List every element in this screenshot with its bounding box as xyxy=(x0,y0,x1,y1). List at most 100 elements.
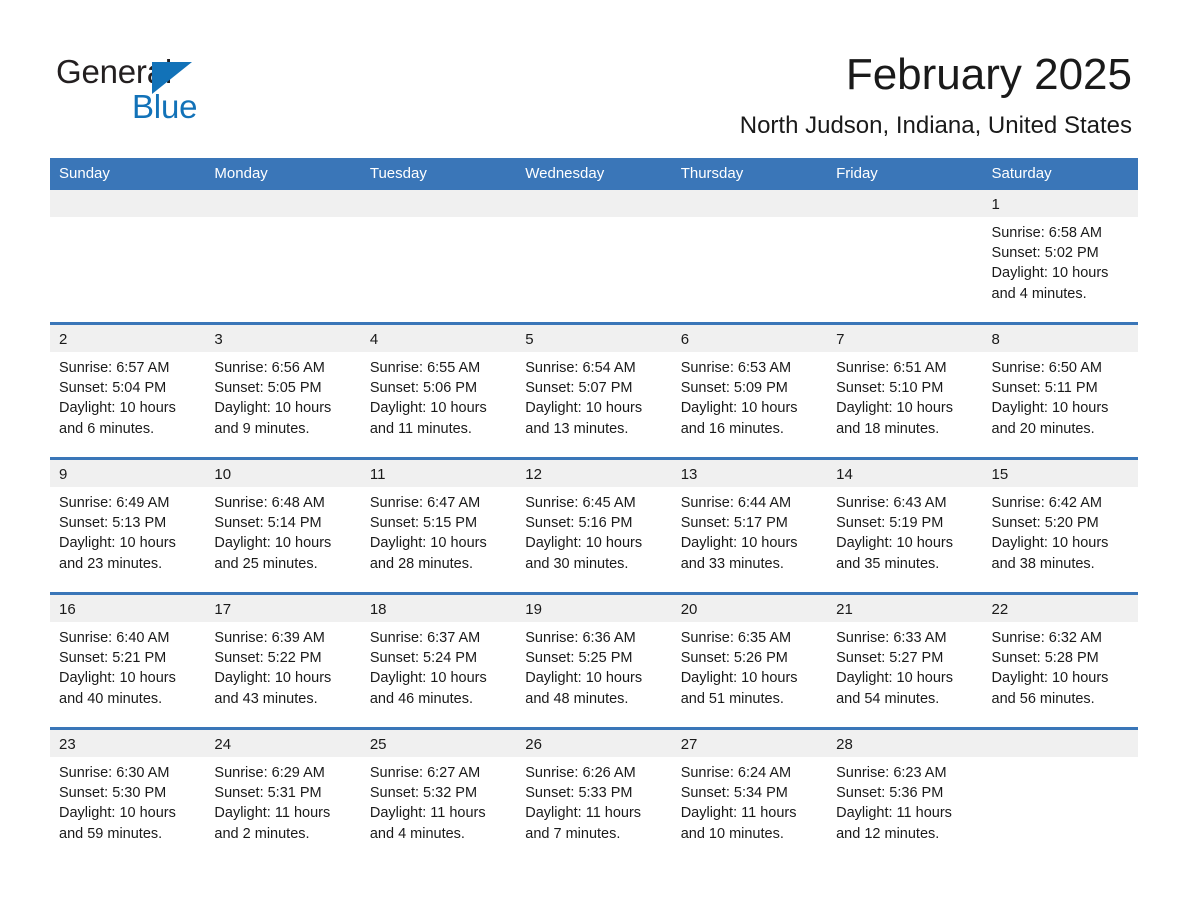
calendar-day-cell[interactable]: 10 Sunrise: 6:48 AM Sunset: 5:14 PM Dayli… xyxy=(205,457,361,594)
general-blue-logo: General Blue xyxy=(56,52,276,125)
weekday-header-saturday: Saturday xyxy=(991,165,1052,182)
day-number: 15 xyxy=(982,460,1138,487)
calendar-day-cell[interactable]: 21 Sunrise: 6:33 AM Sunset: 5:27 PM Dayli… xyxy=(827,592,983,729)
calendar-day-cell[interactable]: 17 Sunrise: 6:39 AM Sunset: 5:22 PM Dayli… xyxy=(205,592,361,729)
logo-text-blue: Blue xyxy=(132,88,198,125)
day-number xyxy=(360,190,517,217)
day-number: 12 xyxy=(516,460,672,487)
title-block: February 2025 North Judson, Indiana, Uni… xyxy=(740,48,1132,142)
calendar-day-cell[interactable] xyxy=(982,727,1138,862)
calendar-day-cell[interactable]: 19 Sunrise: 6:36 AM Sunset: 5:25 PM Dayli… xyxy=(516,592,672,729)
calendar-day-cell[interactable]: 27 Sunrise: 6:24 AM Sunset: 5:34 PM Dayli… xyxy=(671,727,828,862)
day-info: Sunrise: 6:33 AM Sunset: 5:27 PM Dayligh… xyxy=(836,630,953,707)
calendar-page: General Blue February 2025 North Judson,… xyxy=(0,0,1188,918)
day-number: 5 xyxy=(516,325,672,352)
day-info: Sunrise: 6:39 AM Sunset: 5:22 PM Dayligh… xyxy=(214,630,332,707)
weekday-header-monday: Monday xyxy=(214,165,268,182)
calendar-day-cell[interactable]: 23 Sunrise: 6:30 AM Sunset: 5:30 PM Dayli… xyxy=(50,727,206,862)
calendar-day-cell[interactable]: 13 Sunrise: 6:44 AM Sunset: 5:17 PM Dayli… xyxy=(671,457,828,594)
day-info: Sunrise: 6:47 AM Sunset: 5:15 PM Dayligh… xyxy=(369,495,487,572)
day-info: Sunrise: 6:55 AM Sunset: 5:06 PM Dayligh… xyxy=(369,360,487,437)
day-info: Sunrise: 6:45 AM Sunset: 5:16 PM Dayligh… xyxy=(525,495,643,572)
calendar-day-cell[interactable]: 11 Sunrise: 6:47 AM Sunset: 5:15 PM Dayli… xyxy=(360,457,517,594)
weekday-header-thursday: Thursday xyxy=(680,165,744,182)
calendar-day-cell[interactable]: 15 Sunrise: 6:42 AM Sunset: 5:20 PM Dayli… xyxy=(982,457,1138,594)
calendar-day-cell[interactable]: 24 Sunrise: 6:29 AM Sunset: 5:31 PM Dayli… xyxy=(205,727,361,862)
calendar-day-cell[interactable]: 28 Sunrise: 6:23 AM Sunset: 5:36 PM Dayli… xyxy=(827,727,983,862)
day-number xyxy=(516,190,672,217)
day-info: Sunrise: 6:24 AM Sunset: 5:34 PM Dayligh… xyxy=(680,765,797,842)
weekday-header-wednesday: Wednesday xyxy=(525,165,605,182)
weekday-header-friday: Friday xyxy=(836,165,878,182)
calendar-day-cell[interactable]: 9 Sunrise: 6:49 AM Sunset: 5:13 PM Daylig… xyxy=(50,457,206,594)
calendar-day-cell[interactable]: 25 Sunrise: 6:27 AM Sunset: 5:32 PM Dayli… xyxy=(360,727,517,862)
day-info: Sunrise: 6:44 AM Sunset: 5:17 PM Dayligh… xyxy=(680,495,798,572)
day-number: 19 xyxy=(516,595,672,622)
day-number: 18 xyxy=(360,595,517,622)
day-number: 26 xyxy=(516,730,672,757)
day-number: 16 xyxy=(50,595,206,622)
day-number: 17 xyxy=(205,595,361,622)
calendar-day-cell[interactable]: 18 Sunrise: 6:37 AM Sunset: 5:24 PM Dayli… xyxy=(360,592,517,729)
calendar-week-row: 9 Sunrise: 6:49 AM Sunset: 5:13 PM Daylig… xyxy=(50,457,1138,594)
day-info: Sunrise: 6:26 AM Sunset: 5:33 PM Dayligh… xyxy=(525,765,642,842)
day-info: Sunrise: 6:40 AM Sunset: 5:21 PM Dayligh… xyxy=(59,630,176,707)
calendar-day-cell[interactable]: 16 Sunrise: 6:40 AM Sunset: 5:21 PM Dayli… xyxy=(50,592,206,729)
day-info: Sunrise: 6:30 AM Sunset: 5:30 PM Dayligh… xyxy=(59,765,176,842)
calendar-day-cell[interactable] xyxy=(827,190,983,324)
calendar-day-cell[interactable]: 4 Sunrise: 6:55 AM Sunset: 5:06 PM Daylig… xyxy=(360,322,517,459)
calendar-day-cell[interactable] xyxy=(360,190,517,324)
day-info: Sunrise: 6:36 AM Sunset: 5:25 PM Dayligh… xyxy=(525,630,643,707)
day-info: Sunrise: 6:48 AM Sunset: 5:14 PM Dayligh… xyxy=(214,495,332,572)
day-info: Sunrise: 6:37 AM Sunset: 5:24 PM Dayligh… xyxy=(369,630,487,707)
day-number: 28 xyxy=(827,730,983,757)
day-number: 22 xyxy=(982,595,1138,622)
day-info: Sunrise: 6:51 AM Sunset: 5:10 PM Dayligh… xyxy=(836,360,953,437)
day-info: Sunrise: 6:56 AM Sunset: 5:05 PM Dayligh… xyxy=(214,360,332,437)
calendar-day-cell[interactable]: 6 Sunrise: 6:53 AM Sunset: 5:09 PM Daylig… xyxy=(671,322,828,459)
day-number: 23 xyxy=(50,730,206,757)
calendar-day-cell[interactable]: 12 Sunrise: 6:45 AM Sunset: 5:16 PM Dayli… xyxy=(516,457,672,594)
day-info: Sunrise: 6:42 AM Sunset: 5:20 PM Dayligh… xyxy=(991,495,1109,572)
location-subtitle: North Judson, Indiana, United States xyxy=(739,112,1132,139)
calendar-day-cell[interactable]: 7 Sunrise: 6:51 AM Sunset: 5:10 PM Daylig… xyxy=(827,322,983,459)
calendar-day-cell[interactable] xyxy=(205,190,361,324)
day-number: 21 xyxy=(827,595,983,622)
calendar-body: 1 Sunrise: 6:58 AM Sunset: 5:02 PM Daylig… xyxy=(50,190,1138,862)
calendar-day-cell[interactable]: 14 Sunrise: 6:43 AM Sunset: 5:19 PM Dayli… xyxy=(827,457,983,594)
calendar-day-cell[interactable]: 20 Sunrise: 6:35 AM Sunset: 5:26 PM Dayli… xyxy=(671,592,828,729)
day-number: 25 xyxy=(360,730,517,757)
calendar-day-cell[interactable]: 5 Sunrise: 6:54 AM Sunset: 5:07 PM Daylig… xyxy=(516,322,672,459)
day-info: Sunrise: 6:29 AM Sunset: 5:31 PM Dayligh… xyxy=(214,765,331,842)
day-number: 4 xyxy=(360,325,517,352)
calendar-day-cell[interactable]: 1 Sunrise: 6:58 AM Sunset: 5:02 PM Daylig… xyxy=(982,190,1138,324)
calendar-day-cell[interactable] xyxy=(516,190,672,324)
calendar-day-cell[interactable]: 26 Sunrise: 6:26 AM Sunset: 5:33 PM Dayli… xyxy=(516,727,672,862)
day-info: Sunrise: 6:53 AM Sunset: 5:09 PM Dayligh… xyxy=(680,360,798,437)
calendar-day-cell[interactable]: 3 Sunrise: 6:56 AM Sunset: 5:05 PM Daylig… xyxy=(205,322,361,459)
day-number xyxy=(982,730,1138,757)
day-info: Sunrise: 6:23 AM Sunset: 5:36 PM Dayligh… xyxy=(836,765,952,842)
day-number: 8 xyxy=(982,325,1138,352)
day-info: Sunrise: 6:32 AM Sunset: 5:28 PM Dayligh… xyxy=(991,630,1109,707)
day-number: 14 xyxy=(827,460,983,487)
weekday-header-tuesday: Tuesday xyxy=(369,165,427,182)
page-header: General Blue February 2025 North Judson,… xyxy=(0,0,1188,155)
calendar-week-row: 23 Sunrise: 6:30 AM Sunset: 5:30 PM Dayli… xyxy=(50,727,1138,862)
calendar-day-cell[interactable] xyxy=(50,190,206,324)
day-number: 10 xyxy=(205,460,361,487)
day-number: 1 xyxy=(982,190,1138,217)
day-number xyxy=(50,190,206,217)
calendar-day-cell[interactable]: 2 Sunrise: 6:57 AM Sunset: 5:04 PM Daylig… xyxy=(50,322,206,459)
calendar-day-cell[interactable]: 22 Sunrise: 6:32 AM Sunset: 5:28 PM Dayli… xyxy=(982,592,1138,729)
day-number: 11 xyxy=(360,460,517,487)
calendar-table: Sunday Monday Tuesday Wednesday Thursday… xyxy=(50,158,1138,862)
day-info: Sunrise: 6:43 AM Sunset: 5:19 PM Dayligh… xyxy=(836,495,953,572)
day-info: Sunrise: 6:27 AM Sunset: 5:32 PM Dayligh… xyxy=(369,765,486,842)
day-info: Sunrise: 6:54 AM Sunset: 5:07 PM Dayligh… xyxy=(525,360,643,437)
calendar-week-row: 2 Sunrise: 6:57 AM Sunset: 5:04 PM Daylig… xyxy=(50,322,1138,459)
day-number: 7 xyxy=(827,325,983,352)
calendar-day-cell[interactable] xyxy=(671,190,828,324)
calendar-day-cell[interactable]: 8 Sunrise: 6:50 AM Sunset: 5:11 PM Daylig… xyxy=(982,322,1138,459)
page-title: February 2025 xyxy=(845,50,1132,99)
